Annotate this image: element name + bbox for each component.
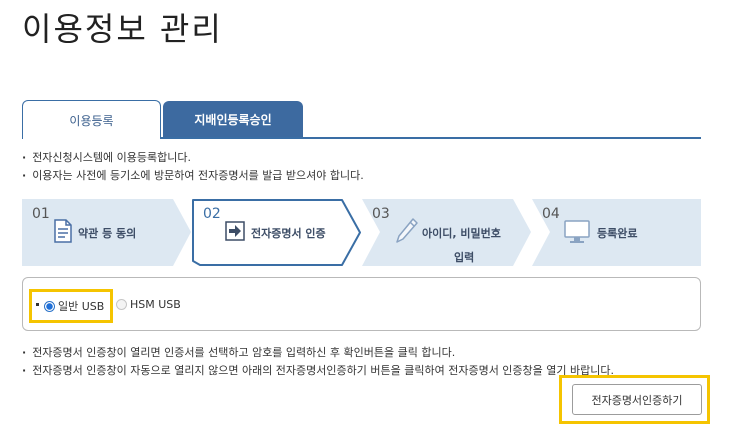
usb-option-hsm[interactable]: HSM USB xyxy=(116,298,181,311)
note-item: 전자증명서 인증창이 자동으로 열리지 않으면 아래의 전자증명서인증하기 버튼… xyxy=(22,362,614,380)
cert-auth-button[interactable]: 전자증명서인증하기 xyxy=(572,384,702,415)
auth-notes: 전자증명서 인증창이 열리면 인증서를 선택하고 암호를 입력하신 후 확인버튼… xyxy=(22,344,614,380)
tab-manager-approval-label: 지배인등록승인 xyxy=(194,113,272,127)
monitor-icon xyxy=(564,220,590,248)
step-3-label: 아이디, 비밀번호 xyxy=(422,227,501,240)
step-2-number: 02 xyxy=(203,206,221,222)
usb-option-general[interactable]: 일반 USB xyxy=(44,298,104,314)
arrow-right-icon xyxy=(225,221,245,245)
step-4-label: 등록완료 xyxy=(597,227,638,240)
step-3-label-line2: 입력 xyxy=(454,251,475,264)
tab-registration-label: 이용등록 xyxy=(69,113,114,128)
note-item: 이용자는 사전에 등기소에 방문하여 전자증명서를 발급 받으셔야 합니다. xyxy=(22,167,364,185)
usb-option-general-label: 일반 USB xyxy=(58,300,105,313)
step-1-number: 01 xyxy=(32,206,50,222)
step-3-number: 03 xyxy=(372,206,390,222)
step-4-number: 04 xyxy=(542,206,560,222)
usb-option-hsm-label: HSM USB xyxy=(130,298,181,311)
tab-registration[interactable]: 이용등록 xyxy=(22,100,161,139)
document-icon xyxy=(54,219,72,247)
radio-general-usb[interactable] xyxy=(44,300,55,312)
step-1-label: 약관 등 동의 xyxy=(78,227,137,240)
note-item: 전자증명서 인증창이 열리면 인증서를 선택하고 암호를 입력하신 후 확인버튼… xyxy=(22,344,614,362)
pencil-icon xyxy=(395,217,419,249)
step-2-label: 전자증명서 인증 xyxy=(251,227,326,240)
note-item: 전자신청시스템에 이용등록합니다. xyxy=(22,149,364,167)
intro-notes: 전자신청시스템에 이용등록합니다. 이용자는 사전에 등기소에 방문하여 전자증… xyxy=(22,149,364,185)
page-title: 이용정보 관리 xyxy=(22,10,223,48)
radio-hsm-usb[interactable] xyxy=(116,299,127,310)
tab-manager-approval[interactable]: 지배인등록승인 xyxy=(163,101,303,138)
